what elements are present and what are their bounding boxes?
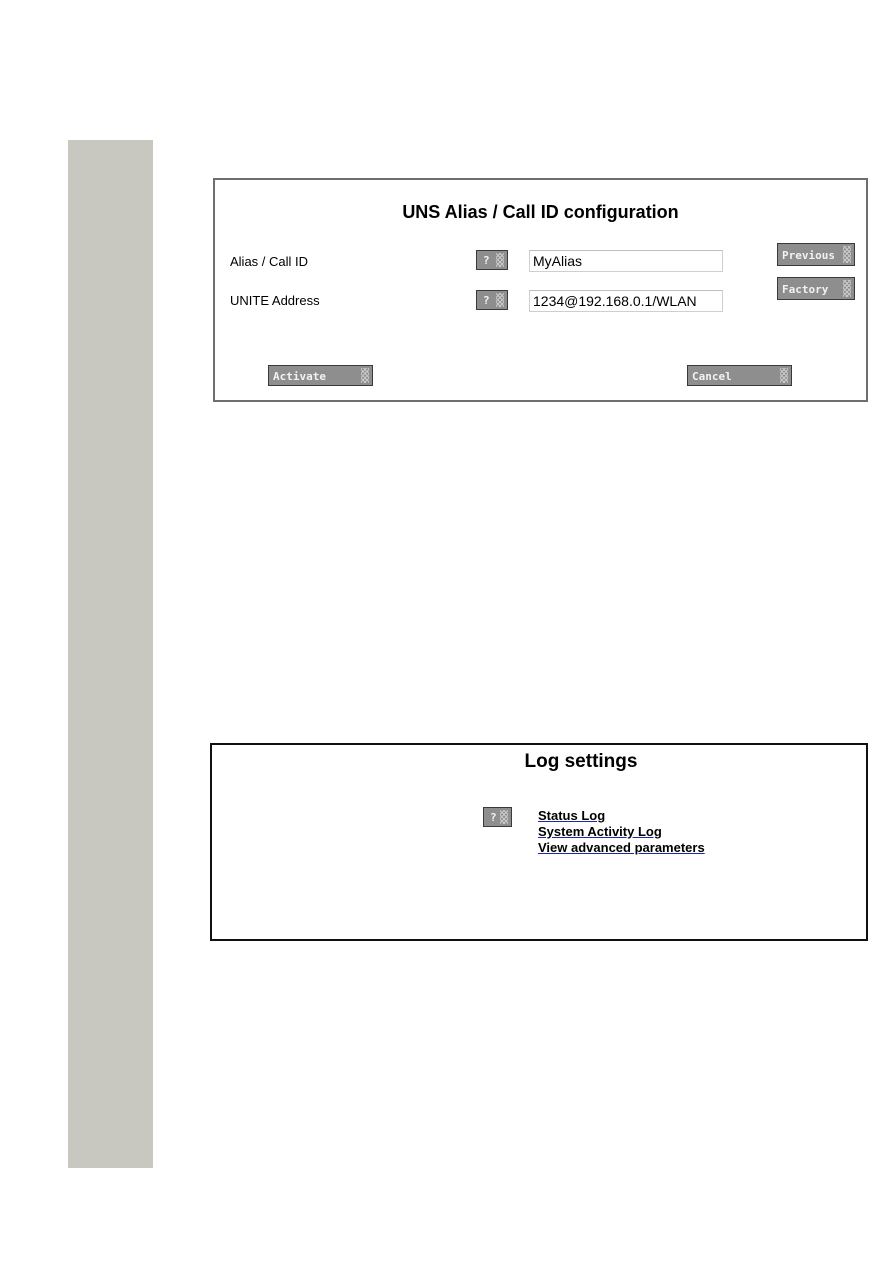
view-advanced-parameters-link[interactable]: View advanced parameters xyxy=(538,840,705,856)
grip-icon xyxy=(500,810,508,824)
activate-button[interactable]: Activate xyxy=(268,365,373,386)
grip-icon xyxy=(843,246,851,263)
activate-button-label: Activate xyxy=(273,370,326,383)
log-help-button[interactable]: ? xyxy=(483,807,512,827)
grip-icon xyxy=(496,253,504,267)
help-icon: ? xyxy=(483,294,490,307)
uns-panel-title: UNS Alias / Call ID configuration xyxy=(402,202,679,222)
left-margin-bar xyxy=(68,140,153,1168)
unite-address-label: UNITE Address xyxy=(230,293,320,308)
factory-button-label: Factory xyxy=(782,283,829,296)
uns-alias-panel: UNS Alias / Call ID configuration Alias … xyxy=(213,178,868,402)
log-panel-title: Log settings xyxy=(524,751,638,772)
status-log-link[interactable]: Status Log xyxy=(538,808,705,824)
previous-button-label: Previous xyxy=(782,249,835,262)
cancel-button[interactable]: Cancel xyxy=(687,365,792,386)
grip-icon xyxy=(361,368,369,383)
unite-address-help-button[interactable]: ? xyxy=(476,290,508,310)
help-icon: ? xyxy=(483,254,490,267)
unite-address-input[interactable] xyxy=(529,290,723,312)
cancel-button-label: Cancel xyxy=(692,370,732,383)
log-settings-panel: Log settings ? Status Log System Activit… xyxy=(210,743,868,941)
factory-button[interactable]: Factory xyxy=(777,277,855,300)
alias-call-id-label: Alias / Call ID xyxy=(230,254,309,269)
alias-call-id-input[interactable] xyxy=(529,250,723,272)
help-icon: ? xyxy=(490,811,497,824)
grip-icon xyxy=(843,280,851,297)
grip-icon xyxy=(496,293,504,307)
log-links: Status Log System Activity Log View adva… xyxy=(538,808,705,856)
grip-icon xyxy=(780,368,788,383)
system-activity-log-link[interactable]: System Activity Log xyxy=(538,824,705,840)
alias-help-button[interactable]: ? xyxy=(476,250,508,270)
previous-button[interactable]: Previous xyxy=(777,243,855,266)
